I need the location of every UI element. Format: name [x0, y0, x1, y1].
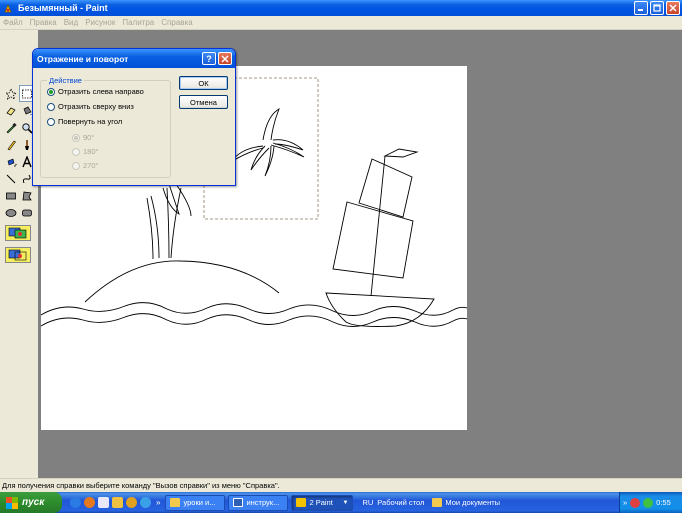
maximize-icon[interactable]	[650, 1, 664, 15]
angle-90-radio[interactable]: 90°	[72, 133, 94, 142]
network-icon[interactable]	[643, 497, 654, 508]
transparent-mode-icon[interactable]	[5, 247, 31, 263]
windows-flag-icon	[6, 496, 18, 509]
line-icon[interactable]	[3, 170, 19, 187]
documents-label: Мои документы	[445, 498, 501, 507]
clock: 0:55	[656, 498, 671, 507]
folder-icon	[170, 498, 181, 507]
task-lessons[interactable]: уроки и...	[165, 494, 226, 511]
group-label: Действие	[47, 76, 84, 85]
angle-180-radio[interactable]: 180°	[72, 147, 99, 156]
polygon-icon[interactable]	[19, 187, 35, 204]
close-icon[interactable]	[666, 1, 680, 15]
eraser-icon[interactable]	[3, 102, 19, 119]
radio-dot	[47, 87, 55, 96]
radio-dot	[47, 117, 55, 126]
radio-dot	[72, 147, 80, 156]
pencil-icon[interactable]	[3, 136, 19, 153]
desktop-label: Рабочий стол	[377, 498, 425, 507]
menu-file[interactable]: Файл	[3, 18, 23, 27]
window-title: Безымянный - Paint	[18, 3, 108, 13]
start-button[interactable]: пуск	[0, 492, 62, 513]
menu-view[interactable]: Вид	[64, 18, 78, 27]
ellipse-icon[interactable]	[3, 204, 19, 221]
menu-help[interactable]: Справка	[161, 18, 192, 27]
explorer-icon[interactable]	[112, 497, 123, 508]
cancel-button[interactable]: Отмена	[179, 95, 228, 109]
angle-270-radio[interactable]: 270°	[72, 161, 99, 170]
language-indicator[interactable]: RU	[362, 498, 373, 507]
folder-icon	[432, 498, 443, 507]
media-icon[interactable]	[126, 497, 137, 508]
radio-dot	[47, 102, 55, 111]
ok-button[interactable]: ОК	[179, 76, 228, 90]
start-label: пуск	[22, 497, 45, 508]
menu-bar: Файл Правка Вид Рисунок Палитра Справка	[0, 16, 682, 30]
task-instructions[interactable]: инструк...	[228, 494, 289, 511]
taskbar: пуск » уроки и... инструк... 2 Paint ▼ R…	[0, 492, 682, 513]
menu-colors[interactable]: Палитра	[122, 18, 154, 27]
status-bar: Для получения справки выберите команду "…	[0, 478, 682, 492]
radio-label: 270°	[83, 161, 99, 170]
dialog-title-bar: Отражение и поворот ?	[33, 49, 235, 68]
radio-dot	[72, 133, 80, 142]
word-icon	[233, 498, 244, 507]
task-label: инструк...	[246, 498, 280, 507]
tray-chevron[interactable]: »	[623, 498, 627, 507]
flip-rotate-dialog: Отражение и поворот ? Действие Отразить …	[32, 48, 236, 186]
radio-label: 90°	[83, 133, 95, 142]
rotate-radio[interactable]: Повернуть на угол	[47, 117, 122, 126]
radio-label: 180°	[83, 147, 99, 156]
rounded-rect-icon[interactable]	[19, 204, 35, 221]
menu-edit[interactable]: Правка	[30, 18, 57, 27]
task-paint[interactable]: 2 Paint ▼	[291, 494, 354, 511]
tool-grid	[3, 85, 35, 221]
task-label: уроки и...	[183, 498, 216, 507]
radio-label: Отразить слева направо	[58, 87, 144, 96]
rectangle-icon[interactable]	[3, 187, 19, 204]
status-text: Для получения справки выберите команду "…	[2, 481, 280, 490]
documents-toolbar[interactable]: Мои документы	[432, 498, 500, 507]
system-tray: » 0:55	[619, 492, 682, 513]
quicklaunch-chevron[interactable]: »	[156, 498, 160, 507]
free-select-icon[interactable]	[3, 85, 19, 102]
flip-vertical-radio[interactable]: Отразить сверху вниз	[47, 102, 134, 111]
dialog-close-icon[interactable]	[218, 52, 232, 65]
radio-dot	[72, 161, 80, 170]
radio-label: Повернуть на угол	[58, 117, 123, 126]
title-bar: Безымянный - Paint	[0, 0, 682, 16]
paint-icon	[3, 3, 14, 14]
minimize-icon[interactable]	[634, 1, 648, 15]
airbrush-icon[interactable]	[3, 153, 19, 170]
paint-icon	[296, 498, 307, 507]
quick-launch	[70, 497, 151, 508]
eyedropper-icon[interactable]	[3, 119, 19, 136]
action-groupbox: Действие Отразить слева направо Отразить…	[40, 76, 171, 178]
chevron-down-icon: ▼	[342, 499, 349, 506]
firefox-icon[interactable]	[84, 497, 95, 508]
desktop-toolbar[interactable]: Рабочий стол	[377, 498, 424, 507]
help-icon[interactable]: ?	[202, 52, 216, 65]
radio-label: Отразить сверху вниз	[58, 102, 134, 111]
flip-horizontal-radio[interactable]: Отразить слева направо	[47, 87, 144, 96]
messenger-icon[interactable]	[140, 497, 151, 508]
dialog-title: Отражение и поворот	[37, 53, 129, 64]
menu-image[interactable]: Рисунок	[85, 18, 115, 27]
ie-icon[interactable]	[70, 497, 81, 508]
task-label: 2 Paint	[309, 498, 333, 507]
opaque-mode-icon[interactable]	[5, 225, 31, 241]
antivirus-icon[interactable]	[630, 497, 641, 508]
notepad-icon[interactable]	[98, 497, 109, 508]
